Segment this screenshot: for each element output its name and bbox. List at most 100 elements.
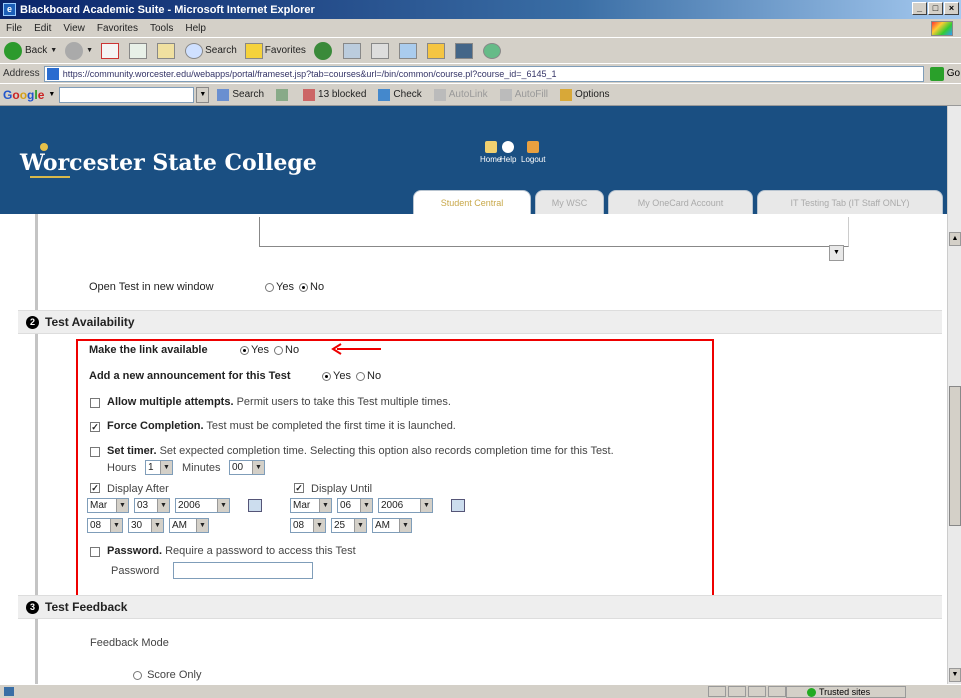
mail-button[interactable]: [342, 42, 363, 59]
folder-button[interactable]: [426, 42, 447, 59]
google-search-input[interactable]: [59, 86, 195, 103]
popup-blocker-icon: [303, 88, 316, 101]
print-icon: [370, 42, 389, 59]
search-button[interactable]: Search: [185, 42, 237, 59]
test-availability-section-bar: [18, 310, 942, 334]
display-until-checkbox[interactable]: ✓: [294, 483, 304, 493]
go-button[interactable]: Go: [929, 66, 960, 81]
autolink-icon: [433, 88, 446, 101]
windows-flag-icon: [931, 21, 953, 36]
menu-bar: File Edit View Favorites Tools Help: [0, 19, 961, 38]
minutes-select[interactable]: 00 ▼: [229, 460, 265, 475]
scroll-up-button[interactable]: ▲: [949, 232, 961, 246]
until-minute-select[interactable]: 25 ▼: [331, 518, 367, 533]
textarea-scroll-down[interactable]: ▼: [829, 245, 844, 261]
open-new-window-no-radio[interactable]: [299, 282, 309, 292]
options-button[interactable]: Options: [560, 88, 610, 101]
pagerank-icon: [276, 88, 289, 101]
forward-button[interactable]: ▼: [65, 41, 93, 60]
make-link-yes-radio[interactable]: [240, 345, 249, 355]
hours-select[interactable]: 1 ▼: [145, 460, 173, 475]
minimize-button[interactable]: _: [912, 2, 927, 15]
until-day-select[interactable]: 06 ▼: [337, 498, 373, 513]
page-icon: [46, 67, 59, 80]
back-arrow-icon: [4, 41, 22, 60]
red-arrow-icon: [331, 343, 381, 355]
menu-tools[interactable]: Tools: [150, 23, 173, 34]
history-button[interactable]: [313, 41, 335, 60]
maximize-button[interactable]: □: [928, 2, 943, 15]
google-dropdown[interactable]: ▼: [196, 86, 210, 103]
popup-blocker[interactable]: 13 blocked: [303, 88, 366, 101]
college-logo[interactable]: Worcester State College: [20, 150, 317, 176]
menu-view[interactable]: View: [63, 23, 85, 34]
google-search-button[interactable]: Search: [217, 88, 264, 101]
autolink-button[interactable]: AutoLink: [433, 88, 488, 101]
logout-link[interactable]: Logout: [521, 141, 545, 164]
scroll-down-button[interactable]: ▼: [949, 668, 961, 682]
home-link[interactable]: Home: [480, 141, 501, 164]
test-feedback-section-bar: [18, 595, 942, 619]
logout-icon: [527, 141, 540, 153]
until-month-select[interactable]: Mar ▼: [290, 498, 332, 513]
set-timer-checkbox[interactable]: [90, 447, 100, 457]
tab-my-wsc[interactable]: My WSC: [535, 190, 604, 214]
autofill-button[interactable]: AutoFill: [499, 88, 548, 101]
after-month-select[interactable]: Mar ▼: [87, 498, 129, 513]
after-day-select[interactable]: 03 ▼: [134, 498, 170, 513]
menu-help[interactable]: Help: [185, 23, 206, 34]
open-new-window-yes-radio[interactable]: [265, 282, 274, 292]
edit-icon: [398, 42, 417, 59]
menu-file[interactable]: File: [6, 23, 22, 34]
tab-student-central[interactable]: Student Central: [413, 190, 531, 214]
research-button[interactable]: [454, 42, 475, 59]
after-calendar-icon[interactable]: [248, 499, 262, 512]
make-link-no-radio[interactable]: [274, 345, 284, 355]
score-only-radio[interactable]: [133, 670, 142, 680]
menu-favorites[interactable]: Favorites: [97, 23, 138, 34]
tab-it-testing[interactable]: IT Testing Tab (IT Staff ONLY): [757, 190, 943, 214]
home-button[interactable]: [157, 42, 177, 59]
tab-my-onecard-account[interactable]: My OneCard Account: [608, 190, 753, 214]
until-hour-select[interactable]: 08 ▼: [290, 518, 326, 533]
until-ampm-select[interactable]: AM ▼: [372, 518, 412, 533]
messenger-button[interactable]: [482, 42, 503, 59]
announcement-no-radio[interactable]: [356, 371, 366, 381]
google-pagerank[interactable]: [276, 88, 291, 101]
help-link[interactable]: Help: [500, 141, 516, 164]
password-text: Password. Require a password to access t…: [107, 545, 356, 557]
autofill-icon: [499, 88, 512, 101]
until-calendar-icon[interactable]: [451, 499, 465, 512]
favorites-button[interactable]: Favorites: [244, 42, 306, 59]
help-icon: [502, 141, 515, 153]
spell-check-button[interactable]: Check: [378, 88, 422, 101]
research-icon: [454, 42, 473, 59]
edit-button[interactable]: [398, 42, 419, 59]
stop-button[interactable]: [101, 42, 121, 59]
announcement-yes-radio[interactable]: [322, 371, 331, 381]
print-button[interactable]: [370, 42, 391, 59]
page-scrollbar[interactable]: ▲ ▼: [947, 106, 961, 684]
after-hour-select[interactable]: 08 ▼: [87, 518, 123, 533]
password-input[interactable]: [173, 562, 313, 579]
scroll-thumb[interactable]: [949, 386, 961, 526]
address-input[interactable]: https://community.worcester.edu/webapps/…: [43, 65, 924, 82]
google-logo: Google: [3, 87, 45, 102]
window-title: Blackboard Academic Suite - Microsoft In…: [20, 3, 315, 16]
score-only-option[interactable]: Score Only: [131, 669, 201, 681]
after-year-select[interactable]: 2006 ▼: [175, 498, 230, 513]
back-button[interactable]: Back ▼: [4, 41, 57, 60]
display-after-checkbox[interactable]: ✓: [90, 483, 100, 493]
force-completion-checkbox[interactable]: ✓: [90, 422, 100, 432]
menu-edit[interactable]: Edit: [34, 23, 51, 34]
multiple-attempts-checkbox[interactable]: [90, 398, 100, 408]
description-textarea[interactable]: [259, 217, 849, 247]
after-minute-select[interactable]: 30 ▼: [128, 518, 164, 533]
close-button[interactable]: ×: [944, 2, 959, 15]
after-ampm-select[interactable]: AM ▼: [169, 518, 209, 533]
password-checkbox[interactable]: [90, 547, 100, 557]
until-year-select[interactable]: 2006 ▼: [378, 498, 433, 513]
refresh-button[interactable]: [129, 42, 149, 59]
address-bar: Address https://community.worcester.edu/…: [0, 64, 961, 84]
window-titlebar: e Blackboard Academic Suite - Microsoft …: [0, 0, 961, 19]
